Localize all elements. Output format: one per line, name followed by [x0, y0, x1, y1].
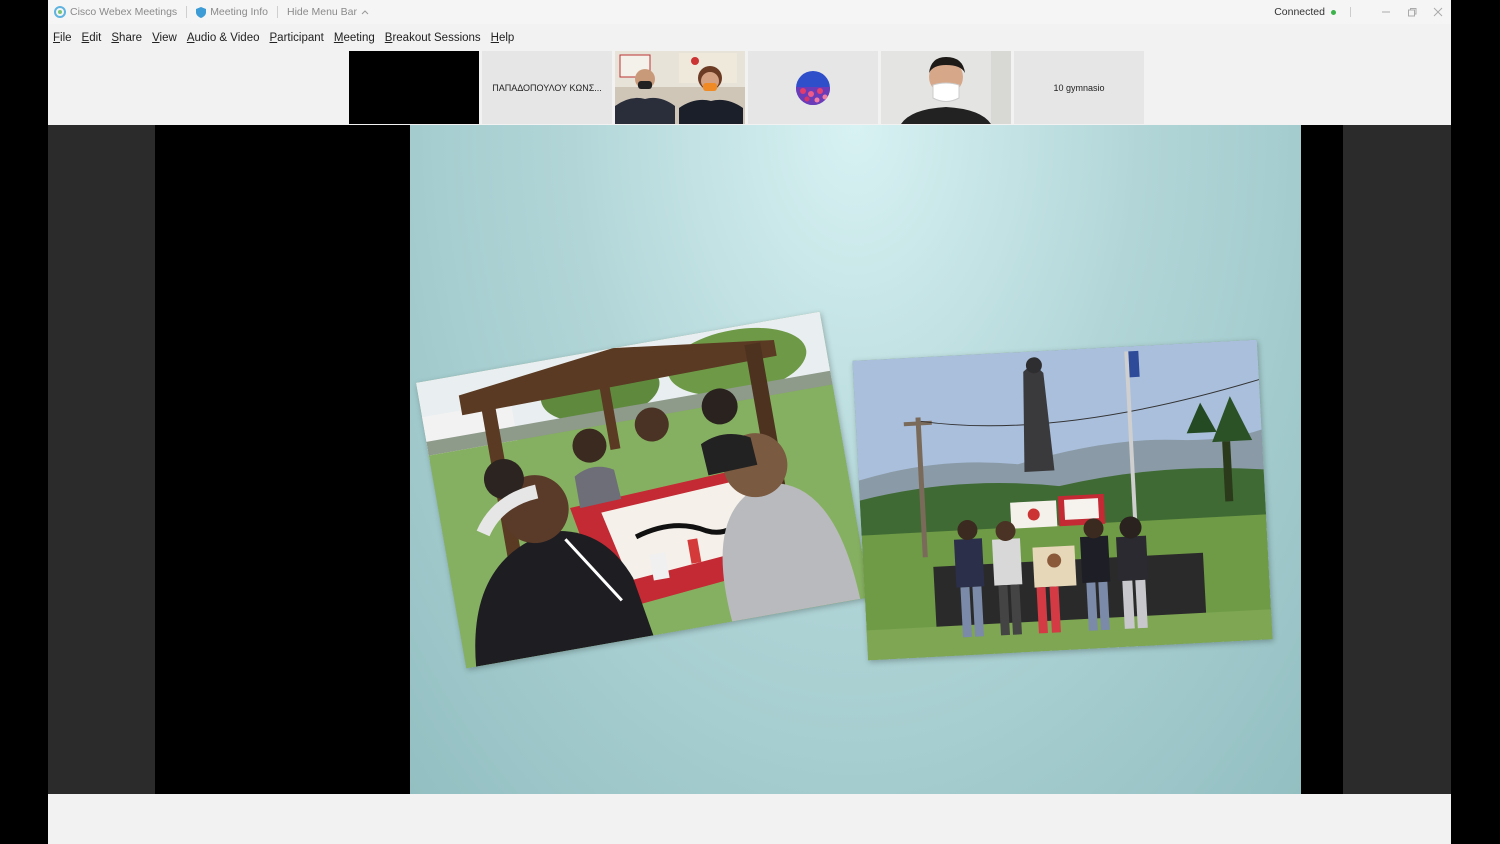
shield-icon — [196, 6, 207, 18]
menu-breakout-sessions[interactable]: Breakout Sessions — [385, 32, 481, 44]
participant-strip: ΠΑΠΑΔΟΠΟΥΛΟΥ ΚΩΝΣ... 10 gymnasio — [349, 51, 1144, 124]
meeting-info-button[interactable]: Meeting Info — [196, 6, 268, 18]
participant-tile-video[interactable] — [615, 51, 745, 124]
menu-help-label: elp — [498, 32, 515, 44]
hide-menu-bar-label: Hide Menu Bar — [286, 6, 358, 18]
hide-menu-bar-button[interactable]: Hide Menu Bar — [287, 6, 369, 18]
participant-tile-name[interactable]: 10 gymnasio — [1014, 51, 1144, 124]
menu-view-label: iew — [159, 32, 177, 44]
menu-meeting-label: eeting — [343, 32, 375, 44]
menu-share-label: hare — [119, 32, 143, 44]
menu-file[interactable]: File — [53, 32, 72, 44]
photo-students-painting — [415, 311, 871, 669]
menu-bar: File Edit Share View Audio & Video Parti… — [48, 28, 524, 48]
divider — [276, 6, 278, 18]
app-title: Cisco Webex Meetings — [54, 6, 177, 18]
restore-icon[interactable] — [1407, 7, 1417, 17]
menu-file-label: ile — [60, 32, 72, 44]
menu-share[interactable]: Share — [111, 32, 142, 44]
shared-content-area — [48, 125, 1451, 794]
menu-meeting[interactable]: Meeting — [334, 32, 375, 44]
menu-edit[interactable]: Edit — [82, 32, 102, 44]
menu-participant-label: articipant — [277, 32, 324, 44]
menu-breakout-label: reakout Sessions — [392, 32, 481, 44]
shared-screen — [155, 125, 1343, 794]
menu-help[interactable]: Help — [491, 32, 515, 44]
participant-name: 10 gymnasio — [1053, 82, 1105, 93]
menu-view[interactable]: View — [152, 32, 177, 44]
window-controls — [1381, 0, 1443, 24]
menu-help-accel: H — [490, 32, 499, 44]
menu-meeting-accel: M — [333, 32, 344, 44]
slide-photo-left — [415, 311, 871, 669]
presentation-slide — [410, 125, 1301, 794]
menu-audio-video-label: udio & Video — [194, 32, 260, 44]
participant-avatar — [796, 70, 830, 105]
photo-group-by-monument — [852, 339, 1273, 661]
chevron-up-icon — [361, 9, 369, 15]
webex-logo-icon — [54, 6, 66, 18]
menu-view-accel: V — [152, 32, 160, 44]
participant-tile-name[interactable]: ΠΑΠΑΔΟΠΟΥΛΟΥ ΚΩΝΣ... — [482, 51, 612, 124]
participant-video-thumbnail — [881, 51, 1011, 124]
control-bar — [48, 794, 1451, 844]
participant-tile-avatar[interactable] — [748, 51, 878, 124]
participant-video-thumbnail — [615, 51, 745, 124]
menu-edit-label: dit — [89, 32, 102, 44]
meeting-info-label: Meeting Info — [210, 6, 268, 18]
participant-name: ΠΑΠΑΔΟΠΟΥΛΟΥ ΚΩΝΣ... — [492, 82, 602, 93]
status-label: Connected — [1274, 6, 1325, 18]
menu-share-accel: S — [111, 32, 120, 44]
menu-participant[interactable]: Participant — [270, 32, 324, 44]
minimize-icon[interactable] — [1381, 7, 1391, 17]
close-icon[interactable] — [1433, 7, 1443, 17]
status-dot-icon — [1331, 9, 1336, 15]
participant-tile-video[interactable] — [881, 51, 1011, 124]
menu-audio-video[interactable]: Audio & Video — [187, 32, 260, 44]
menu-file-accel: F — [53, 32, 61, 44]
divider — [186, 6, 188, 18]
webex-window: Cisco Webex Meetings Meeting Info Hide M… — [48, 0, 1451, 844]
title-bar: Cisco Webex Meetings Meeting Info Hide M… — [48, 0, 1451, 24]
participant-tile-video-off[interactable] — [349, 51, 479, 124]
app-name: Cisco Webex Meetings — [70, 6, 178, 18]
slide-photo-right — [852, 339, 1273, 661]
connection-status: Connected — [1274, 0, 1351, 24]
divider — [1350, 7, 1351, 17]
